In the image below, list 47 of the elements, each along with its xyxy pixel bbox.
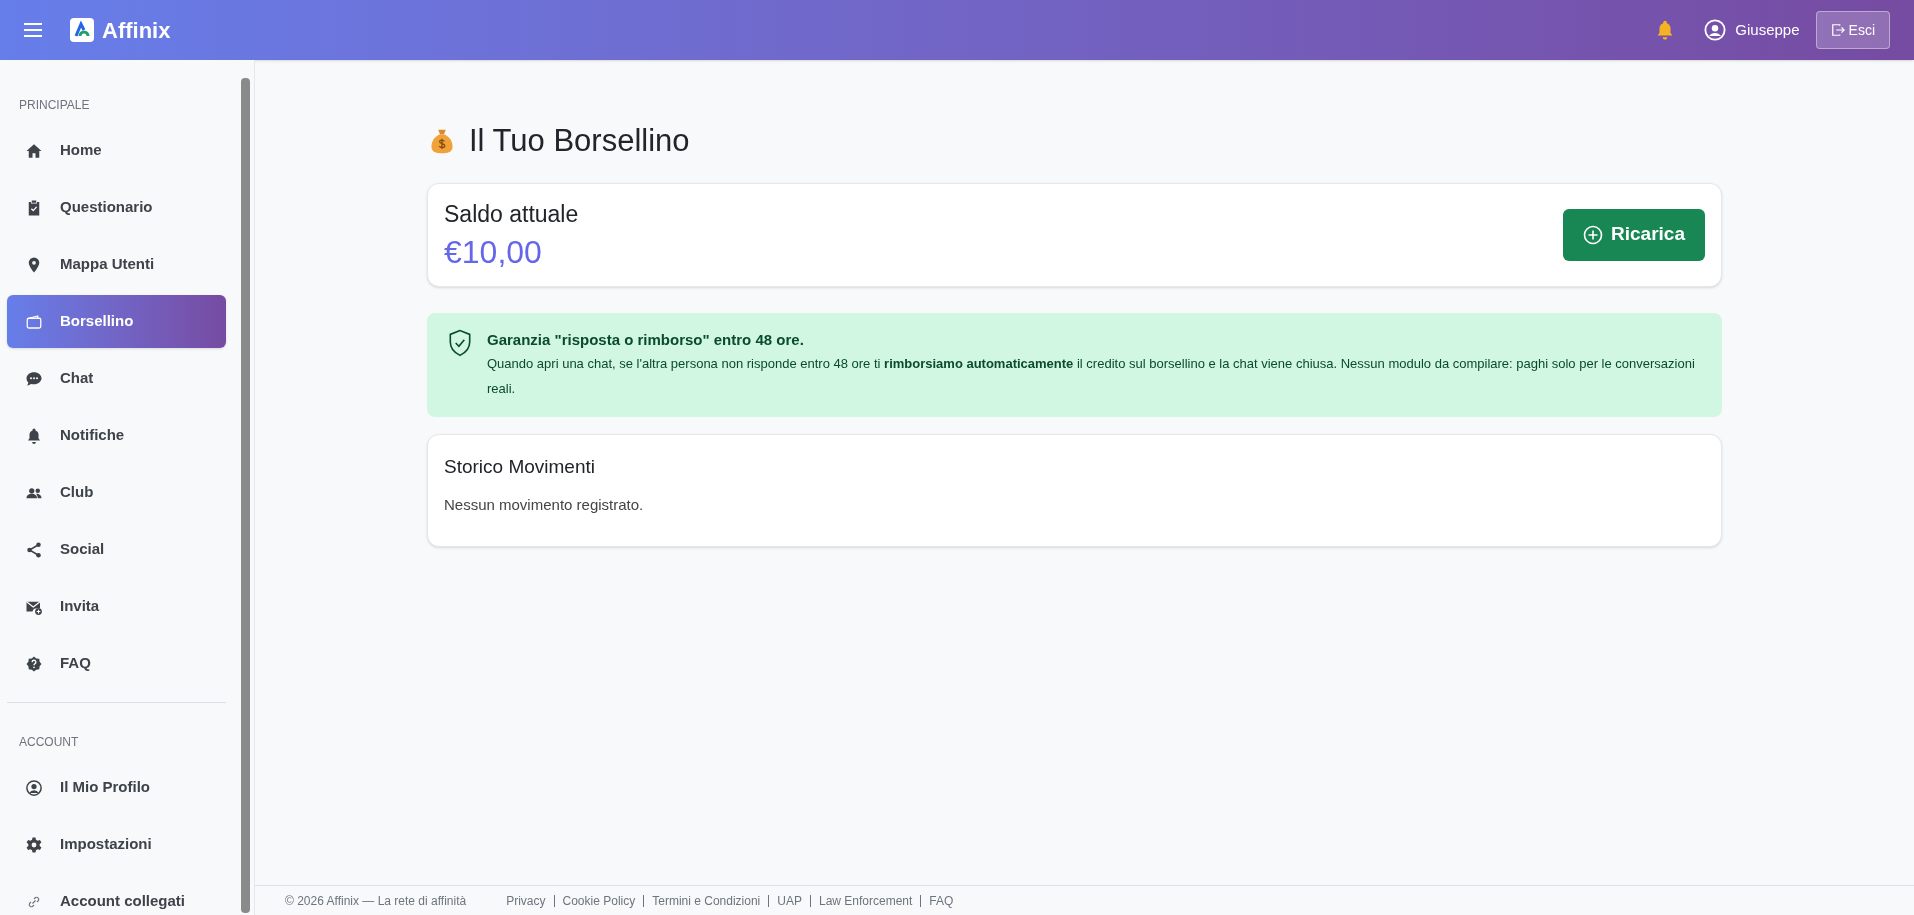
footer-link[interactable]: FAQ xyxy=(929,891,954,910)
plus-circle-icon xyxy=(1583,224,1604,245)
settings-icon xyxy=(25,835,43,854)
balance-label: Saldo attuale xyxy=(444,200,580,230)
footer-link[interactable]: Privacy xyxy=(506,891,546,910)
menu-icon[interactable] xyxy=(24,23,42,37)
user-circle-icon xyxy=(25,778,43,797)
sidebar-item[interactable]: Impostazioni xyxy=(7,818,226,871)
sidebar-item[interactable]: Social xyxy=(7,523,226,576)
guarantee-text: Quando apri una chat, se l'altra persona non risponde entro 48 ore ti rimborsiamo automaticamente il credito sul borsellino e la chat viene chiusa. Nessun modulo da compilare: paghi solo per le conversazioni reali. xyxy=(487,355,1696,398)
scrollbar[interactable] xyxy=(241,78,250,913)
sidebar-item[interactable]: Mappa Utenti xyxy=(7,238,226,291)
recharge-button[interactable]: Ricarica xyxy=(1563,208,1705,261)
history-title: Storico Movimenti xyxy=(444,455,596,479)
sidebar-item[interactable]: Club xyxy=(7,466,226,519)
guarantee-title: Garanzia "risposta o rimborso" entro 48 ore. xyxy=(487,329,805,350)
sidebar-item[interactable]: Invita xyxy=(7,580,226,633)
sidebar-item[interactable]: Borsellino xyxy=(7,295,226,348)
logout-icon xyxy=(1830,23,1845,37)
logout-button[interactable]: Esci xyxy=(1815,11,1890,49)
brand-name[interactable]: Affinix xyxy=(102,13,171,47)
share-icon xyxy=(25,540,43,559)
copyright-text: © 2026 Affinix — La rete di affinità xyxy=(285,892,467,910)
section-heading: PRINCIPALE xyxy=(18,97,91,114)
user-avatar-icon[interactable] xyxy=(1704,19,1727,41)
empty-message: Nessun movimento registrato. xyxy=(444,494,645,515)
footer-link[interactable]: Law Enforcement xyxy=(818,891,913,910)
bell-icon xyxy=(25,426,43,445)
sidebar-item[interactable]: FAQ xyxy=(7,637,226,690)
footer-link[interactable]: Termini e Condizioni xyxy=(652,891,761,910)
user-name[interactable]: Giuseppe xyxy=(1735,18,1800,42)
sidebar-item[interactable]: Questionario xyxy=(7,181,226,234)
section-heading: ACCOUNT xyxy=(18,734,80,751)
page-title: Il Tuo Borsellino xyxy=(469,122,690,160)
sidebar-item[interactable]: Notifiche xyxy=(7,409,226,462)
sidebar-item[interactable]: Home xyxy=(7,124,226,177)
chat-bubble-icon xyxy=(25,369,43,388)
shield-check-icon xyxy=(447,328,473,357)
sidebar-item[interactable]: Chat xyxy=(7,352,226,405)
sidebar-item[interactable]: Account collegati xyxy=(7,875,226,915)
footer-link[interactable]: Cookie Policy xyxy=(562,891,636,910)
sidebar-item[interactable]: Il Mio Profilo xyxy=(7,761,226,814)
logo-icon xyxy=(70,18,94,42)
wallet-icon xyxy=(25,312,43,331)
footer-link[interactable]: UAP xyxy=(777,891,802,910)
balance-amount: €10,00 xyxy=(444,232,543,272)
question-badge-icon xyxy=(25,654,43,673)
